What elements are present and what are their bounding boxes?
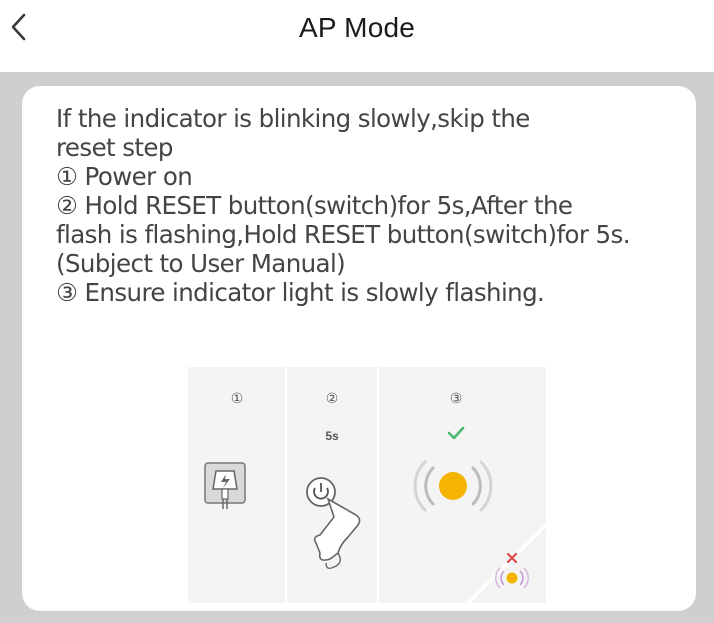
reset-steps-graphic: ① ② ③ 5s <box>188 367 548 605</box>
step-number-1: ① <box>231 391 244 407</box>
top-bar: AP Mode <box>0 0 714 72</box>
hold-duration-label: 5s <box>325 429 339 443</box>
instruction-line: If the indicator is blinking slowly,skip… <box>56 104 530 133</box>
instruction-text: If the indicator is blinking slowly,skip… <box>56 104 696 307</box>
power-plug-icon <box>204 462 246 509</box>
instruction-line: ① Power on <box>56 162 193 191</box>
reset-illustration: ① ② ③ 5s <box>188 367 548 605</box>
instruction-line: ② Hold RESET button(switch)for 5s,After … <box>56 191 573 220</box>
instruction-line: reset step <box>56 133 173 162</box>
page-title: AP Mode <box>298 12 416 43</box>
instruction-line: flash is flashing,Hold RESET button(swit… <box>56 220 631 249</box>
instruction-line: ③ Ensure indicator light is slowly flash… <box>56 278 545 307</box>
instruction-line: (Subject to User Manual) <box>56 249 346 278</box>
step-number-3: ③ <box>450 391 463 407</box>
step-number-2: ② <box>326 391 339 407</box>
